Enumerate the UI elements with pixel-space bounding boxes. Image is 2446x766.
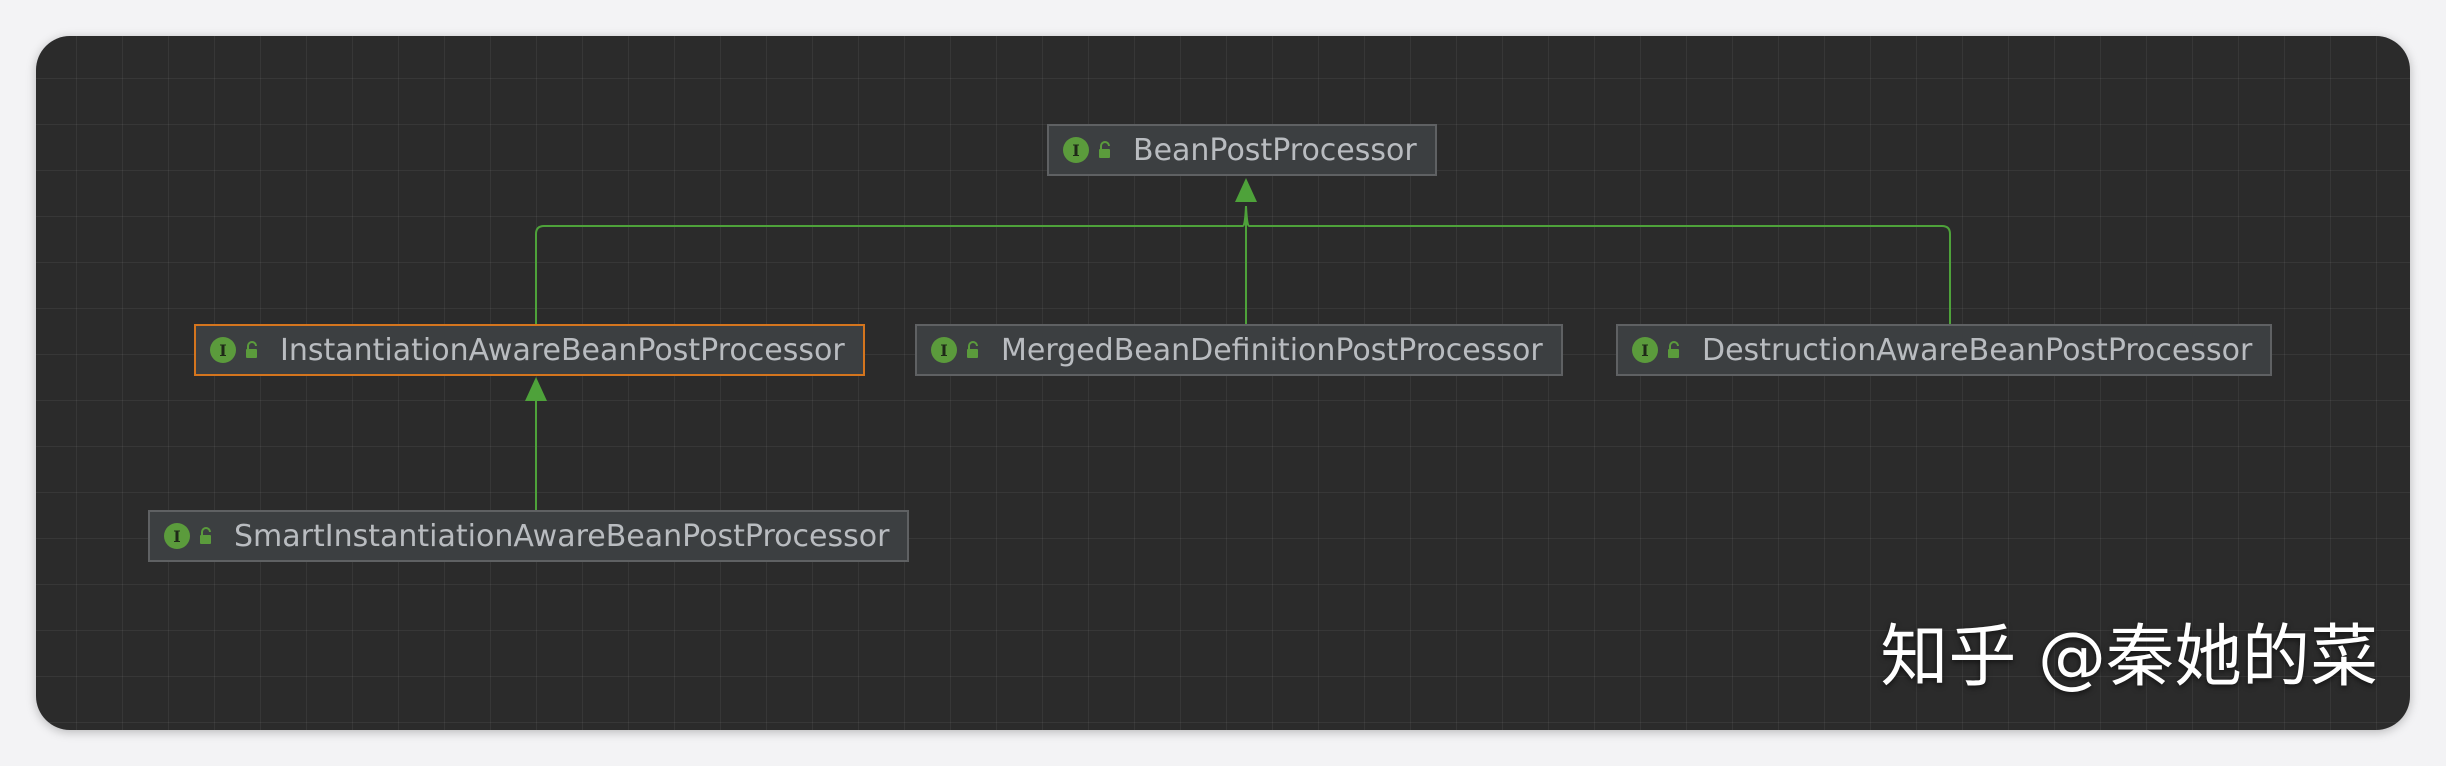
unlocked-lock-icon: [1099, 141, 1110, 158]
diagram-canvas[interactable]: I BeanPostProcessor I InstantiationAware…: [36, 36, 2410, 730]
interface-icon: I: [210, 337, 236, 363]
node-label: BeanPostProcessor: [1133, 132, 1417, 168]
node-merged-bean-definition[interactable]: I MergedBeanDefinitionPostProcessor: [915, 324, 1563, 376]
edge-destruction-aware-to-bean-post-processor: [1245, 205, 1951, 324]
node-smart-instantiation-aware[interactable]: I SmartInstantiationAwareBeanPostProcess…: [148, 510, 910, 562]
interface-icon: I: [164, 523, 190, 549]
interface-icon: I: [931, 337, 957, 363]
unlocked-lock-icon: [246, 341, 257, 358]
watermark: 知乎 @秦她的菜: [1880, 618, 2378, 697]
node-label: InstantiationAwareBeanPostProcessor: [280, 332, 845, 368]
node-destruction-aware[interactable]: I DestructionAwareBeanPostProcessor: [1616, 324, 2273, 376]
arrowhead-instantiation-aware: [525, 377, 547, 401]
unlocked-lock-icon: [1668, 341, 1679, 358]
node-instantiation-aware[interactable]: I InstantiationAwareBeanPostProcessor: [194, 324, 865, 376]
unlocked-lock-icon: [200, 527, 211, 544]
unlocked-lock-icon: [967, 341, 978, 358]
node-label: DestructionAwareBeanPostProcessor: [1702, 332, 2253, 368]
node-label: SmartInstantiationAwareBeanPostProcessor: [234, 518, 890, 554]
interface-icon: I: [1063, 137, 1089, 163]
interface-icon: I: [1632, 337, 1658, 363]
edge-instantiation-aware-to-bean-post-processor: [535, 205, 1247, 324]
arrowhead-bean-post-processor: [1235, 178, 1257, 202]
node-bean-post-processor[interactable]: I BeanPostProcessor: [1047, 124, 1437, 176]
node-label: MergedBeanDefinitionPostProcessor: [1001, 332, 1543, 368]
